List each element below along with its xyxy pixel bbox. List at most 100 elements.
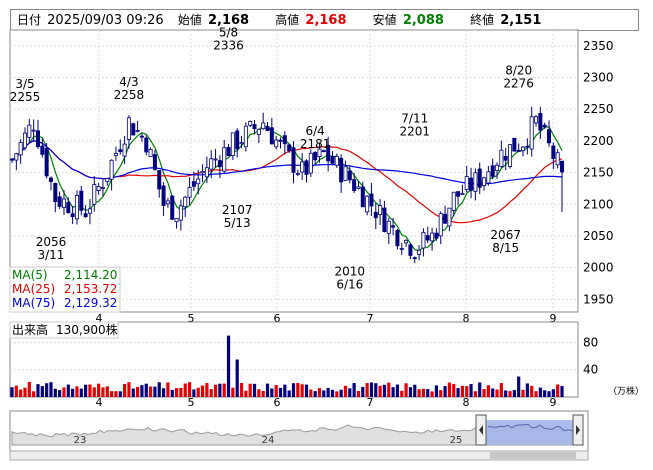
candle-body: [126, 117, 131, 140]
candle-body: [391, 225, 396, 228]
volume-bar: [218, 383, 222, 397]
volume-bar: [343, 385, 348, 397]
volume-bar: [382, 384, 387, 397]
annotation-value: 2056: [36, 235, 67, 249]
volume-bar: [556, 384, 560, 397]
volume-bar: [478, 382, 482, 397]
volume-x-tick-label: 8: [463, 396, 470, 409]
volume-bar: [374, 383, 378, 397]
volume-bar: [209, 389, 213, 397]
candle-body: [83, 213, 88, 217]
candle-body: [152, 154, 157, 170]
volume-bar: [49, 382, 53, 397]
volume-bar: [365, 383, 369, 397]
candle-body: [118, 149, 123, 153]
candle-body: [503, 155, 508, 161]
volume-bar: [153, 386, 157, 397]
volume-bar: [352, 383, 356, 397]
volume-bar: [326, 387, 330, 397]
candle-body: [70, 213, 75, 218]
volume-bar: [110, 391, 114, 397]
candle-body: [534, 116, 539, 124]
annotation-date: 4/3: [119, 75, 138, 89]
navigator-scrollbar-thumb[interactable]: [490, 452, 576, 459]
volume-bar: [361, 386, 365, 397]
candle-body: [48, 177, 53, 182]
candle-body: [66, 202, 71, 213]
candle-body: [92, 184, 97, 205]
annotation-date: 7/11: [401, 111, 428, 125]
volume-bar: [144, 383, 148, 397]
candle-body: [113, 153, 118, 156]
volume-bar: [443, 386, 447, 397]
candle-body: [109, 159, 114, 180]
candle-body: [291, 147, 296, 173]
candle-body: [122, 143, 127, 157]
candle-body: [256, 128, 261, 135]
ma-legend: MA(5) 2,114.20 MA(25) 2,153.72 MA(75) 2,…: [9, 266, 121, 313]
candle-body: [365, 195, 370, 213]
candle-body: [399, 248, 404, 250]
candle-body: [57, 196, 62, 207]
candle-body: [261, 122, 266, 130]
volume-bar: [127, 382, 131, 397]
ma75-value: 2,129.32: [64, 296, 117, 310]
candle-body: [382, 207, 387, 233]
volume-bar: [66, 384, 70, 397]
volume-bar: [36, 384, 40, 397]
candle-body: [183, 196, 188, 208]
navigator-left-handle[interactable]: [475, 414, 487, 446]
volume-x-axis: 4 5 6 7 8 9: [96, 396, 557, 409]
volume-bar: [287, 390, 291, 397]
candle-body: [499, 149, 504, 167]
volume-bar: [135, 386, 140, 397]
volume-bar: [10, 387, 14, 397]
candle-body: [330, 155, 335, 164]
annotation-value: 2258: [114, 88, 145, 102]
navigator-x-tick-label: 25: [450, 435, 463, 446]
candle-body: [274, 139, 279, 148]
candle-body: [304, 160, 309, 175]
volume-bar: [313, 391, 317, 397]
candle-body: [538, 113, 543, 131]
candle-body: [477, 168, 482, 188]
candle-body: [226, 146, 231, 157]
annotation-date: 6/16: [336, 277, 363, 291]
candle-body: [265, 126, 270, 132]
annotation-value: 2067: [490, 228, 521, 242]
candle-body: [96, 186, 101, 192]
candle-body: [22, 132, 27, 149]
navigator-selected-range[interactable]: [484, 420, 576, 445]
volume-bar: [157, 382, 161, 397]
volume-bar: [32, 391, 36, 397]
candle-body: [235, 130, 240, 150]
y-tick-label: 2250: [583, 102, 614, 116]
annotation-date: 5/8: [219, 26, 238, 40]
volume-y-tick-label: 40: [583, 363, 598, 377]
volume-bar: [161, 388, 166, 397]
volume-bar: [447, 382, 452, 397]
candle-body: [460, 192, 465, 195]
candle-body: [334, 156, 339, 166]
candle-body: [148, 148, 153, 157]
volume-bar: [417, 389, 421, 397]
volume-bar: [426, 389, 430, 397]
y-tick-label: 2000: [583, 261, 614, 275]
y-tick-label: 2150: [583, 166, 614, 180]
candle-body: [469, 177, 474, 191]
candle-body: [313, 152, 318, 161]
volume-bar: [413, 384, 417, 397]
volume-bar: [508, 391, 512, 397]
candle-body: [430, 232, 435, 242]
candle-body: [204, 167, 209, 178]
volume-bar: [131, 388, 135, 397]
volume-bar: [538, 387, 542, 397]
navigator-right-handle[interactable]: [572, 414, 584, 446]
candle-body: [165, 200, 170, 205]
candle-body: [373, 211, 378, 219]
volume-bar: [114, 391, 118, 397]
y-tick-label: 2350: [583, 39, 614, 53]
candle-body: [252, 124, 257, 130]
candle-body: [525, 145, 530, 148]
volume-bar: [395, 384, 400, 397]
